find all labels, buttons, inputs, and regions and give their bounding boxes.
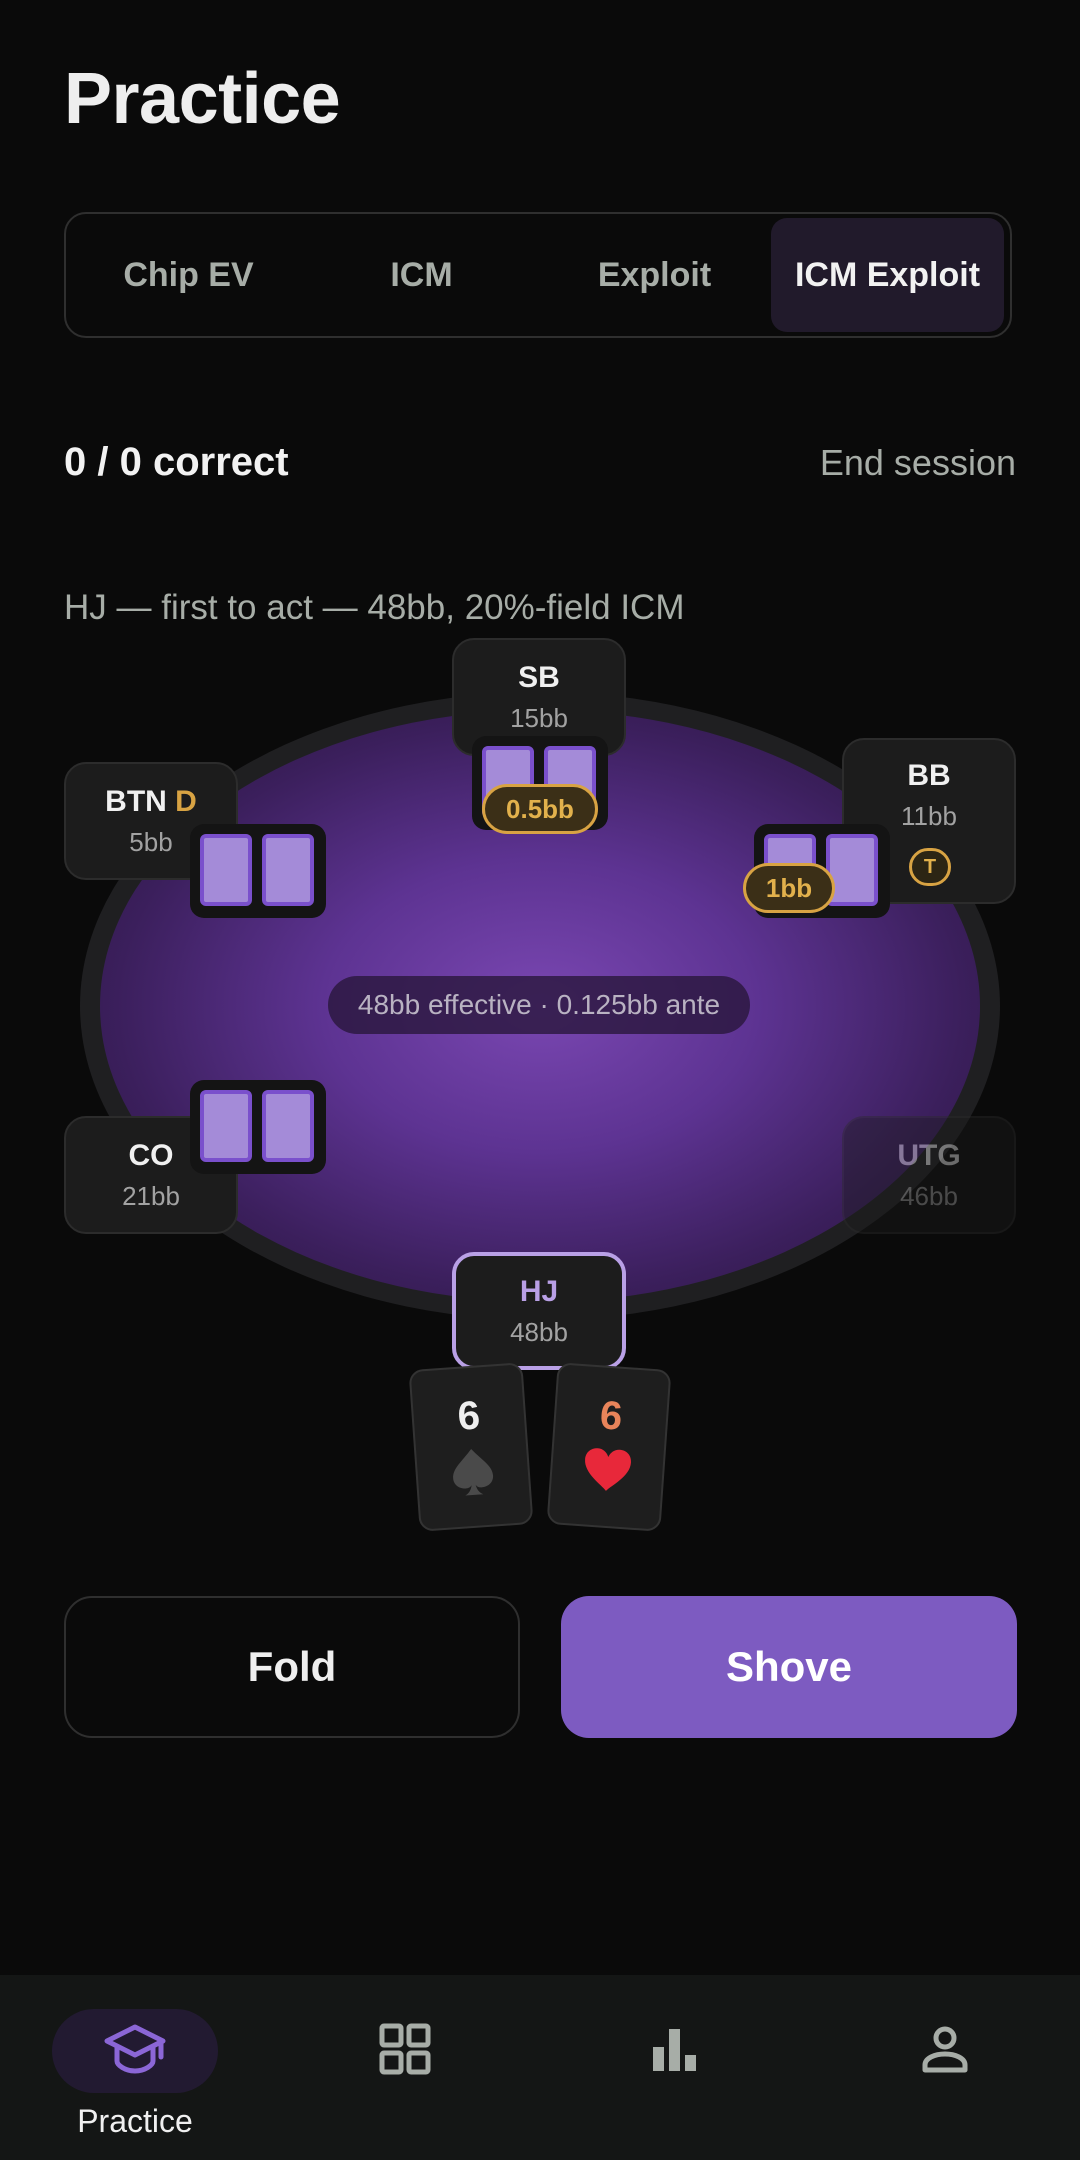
nav-grid[interactable] (270, 1975, 540, 2160)
seat-name: BTN D (105, 785, 197, 819)
seat-stack: 11bb (901, 800, 957, 831)
card-back (262, 1090, 314, 1162)
bb-bet-chip: 1bb (743, 863, 835, 913)
seat-name: BB (907, 758, 951, 792)
seat-name: SB (518, 660, 560, 694)
tab-chip-ev[interactable]: Chip EV (72, 218, 305, 332)
seat-utg: UTG 46bb (842, 1116, 1016, 1234)
nav-grid-pill (322, 2009, 488, 2093)
nav-profile-pill (862, 2009, 1028, 2093)
seat-stack: 15bb (510, 702, 568, 733)
card-back (200, 1090, 252, 1162)
scenario-description: HJ — first to act — 48bb, 20%-field ICM (64, 588, 685, 627)
btn-cards (190, 824, 326, 918)
seat-name: CO (128, 1138, 174, 1172)
seat-hj-hero: HJ 48bb (452, 1252, 626, 1370)
shove-button[interactable]: Shove (561, 1596, 1017, 1738)
end-session-button[interactable]: End session (820, 442, 1016, 484)
tab-icm-exploit[interactable]: ICM Exploit (771, 218, 1004, 332)
nav-profile[interactable] (810, 1975, 1080, 2160)
seat-stack: 46bb (900, 1180, 958, 1211)
seat-stack: 21bb (122, 1180, 180, 1211)
mode-tabs: Chip EV ICM Exploit ICM Exploit (64, 212, 1012, 338)
nav-practice[interactable]: Practice (0, 1975, 270, 2160)
fold-button[interactable]: Fold (64, 1596, 520, 1738)
bottom-nav: Practice (0, 1975, 1080, 2160)
tab-exploit[interactable]: Exploit (538, 218, 771, 332)
co-cards (190, 1080, 326, 1174)
hero-card-1: 6 (408, 1362, 534, 1532)
bar-chart-icon (651, 2025, 699, 2078)
seat-stack: 48bb (510, 1316, 568, 1347)
card-back (262, 834, 314, 906)
person-icon (921, 2025, 969, 2078)
seat-name: UTG (897, 1138, 961, 1172)
card-rank: 6 (598, 1393, 624, 1439)
tab-icm[interactable]: ICM (305, 218, 538, 332)
nav-label: Practice (77, 2103, 193, 2139)
bb-tournament-badge: T (909, 848, 951, 886)
grid-icon (379, 2023, 431, 2080)
effective-stack-info: 48bb effective · 0.125bb ante (328, 976, 750, 1034)
sb-bet-chip: 0.5bb (482, 784, 598, 834)
card-rank: 6 (456, 1393, 482, 1439)
page-title: Practice (64, 59, 341, 139)
nav-stats[interactable] (540, 1975, 810, 2160)
graduation-cap-icon (103, 2021, 167, 2082)
score-counter: 0 / 0 correct (64, 440, 289, 484)
nav-stats-pill (592, 2009, 758, 2093)
heart-icon (580, 1445, 634, 1503)
seat-stack: 5bb (129, 826, 173, 857)
spade-icon (447, 1445, 499, 1507)
seat-name: HJ (519, 1274, 559, 1308)
card-back (200, 834, 252, 906)
dealer-button: D (175, 784, 197, 818)
seat-name-text: BTN (105, 784, 167, 818)
hero-card-2: 6 (546, 1362, 672, 1532)
nav-practice-pill (52, 2009, 218, 2093)
